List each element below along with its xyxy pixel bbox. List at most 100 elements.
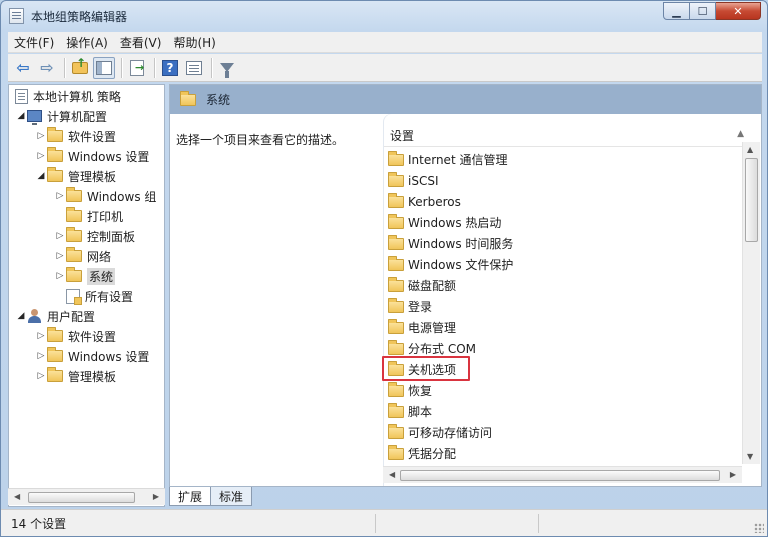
tree-label: 打印机 <box>87 209 124 224</box>
scroll-right-icon[interactable]: ▶ <box>153 492 159 501</box>
tree-horizontal-scrollbar[interactable]: ◀ ▶ <box>8 488 165 505</box>
list-item[interactable]: 电源管理 <box>386 317 456 338</box>
scroll-left-icon[interactable]: ◀ <box>389 470 395 479</box>
filter-button[interactable] <box>216 57 238 79</box>
settings-vertical-scrollbar[interactable]: ▲ ▼ <box>742 142 760 464</box>
tree-item-computer-config[interactable]: ◢ 计算机配置 <box>15 106 107 126</box>
back-button[interactable]: ⇦ <box>12 57 34 79</box>
list-item[interactable]: 可移动存储访问 <box>386 422 492 443</box>
scroll-up-icon[interactable]: ▲ <box>747 145 753 154</box>
tree-item-printers[interactable]: 打印机 <box>66 206 123 226</box>
scroll-thumb[interactable] <box>28 492 135 503</box>
show-hide-tree-button[interactable] <box>93 56 115 79</box>
up-folder-icon <box>72 56 88 74</box>
list-item[interactable]: 脚本 <box>386 401 432 422</box>
tree-item-system[interactable]: ▷ 系统 <box>54 266 116 286</box>
tree-item-cc-software[interactable]: ▷ 软件设置 <box>35 126 116 146</box>
folder-icon <box>47 167 63 182</box>
folder-icon <box>388 234 404 250</box>
list-item[interactable]: Windows 时间服务 <box>386 233 513 254</box>
tree-item-uc-admin-templates[interactable]: ▷ 管理模板 <box>35 366 116 386</box>
help-button[interactable]: ? <box>159 57 181 79</box>
folder-icon <box>388 339 404 355</box>
collapse-arrow-icon[interactable]: ◢ <box>15 111 27 121</box>
tree-item-windows-components[interactable]: ▷ Windows 组 <box>54 186 156 206</box>
highlight-annotation-box <box>382 356 470 381</box>
tree-item-control-panel[interactable]: ▷ 控制面板 <box>54 226 135 246</box>
tree-item-network[interactable]: ▷ 网络 <box>54 246 111 266</box>
expand-arrow-icon[interactable]: ▷ <box>54 231 66 241</box>
tree-item-all-settings[interactable]: 所有设置 <box>66 286 133 306</box>
properties-button[interactable] <box>183 57 205 79</box>
tree-item-cc-windows[interactable]: ▷ Windows 设置 <box>35 146 149 166</box>
settings-list[interactable]: 设置 ▲ Internet 通信管理 iSCSI Kerberos Window… <box>384 114 761 486</box>
menu-bar: 文件(F) 操作(A) 查看(V) 帮助(H) <box>8 32 762 53</box>
menu-action[interactable]: 操作(A) <box>60 34 114 51</box>
tree-item-uc-windows[interactable]: ▷ Windows 设置 <box>35 346 149 366</box>
up-one-level-button[interactable] <box>69 56 91 79</box>
export-list-button[interactable] <box>126 57 148 79</box>
view-tabs: 扩展 标准 <box>169 487 253 507</box>
column-header-setting[interactable]: 设置 ▲ <box>384 125 744 147</box>
expand-arrow-icon[interactable]: ▷ <box>54 191 66 201</box>
scroll-thumb[interactable] <box>745 158 758 242</box>
folder-icon <box>66 207 82 222</box>
expand-arrow-icon[interactable]: ▷ <box>35 371 47 381</box>
folder-icon <box>388 297 404 313</box>
tree-label: 管理模板 <box>68 369 117 384</box>
expand-arrow-icon[interactable]: ▷ <box>35 331 47 341</box>
expand-arrow-icon[interactable]: ▷ <box>54 271 66 281</box>
tab-extended[interactable]: 扩展 <box>169 487 212 506</box>
list-item[interactable]: Windows 文件保护 <box>386 254 513 275</box>
tree-label: 所有设置 <box>85 289 134 304</box>
forward-icon: ⇨ <box>40 58 54 77</box>
app-icon[interactable] <box>9 8 24 24</box>
menu-help[interactable]: 帮助(H) <box>167 34 221 51</box>
scroll-down-icon[interactable]: ▼ <box>747 452 753 461</box>
folder-icon <box>388 318 404 334</box>
policy-doc-icon <box>15 88 28 104</box>
minimize-button[interactable]: ▁ <box>663 2 690 20</box>
expand-arrow-icon[interactable]: ▷ <box>35 151 47 161</box>
list-item[interactable]: 磁盘配额 <box>386 275 456 296</box>
tree-item-cc-admin-templates[interactable]: ◢ 管理模板 <box>35 166 116 186</box>
title-bar[interactable]: 本地组策略编辑器 ▁ ☐ ✕ <box>1 1 767 31</box>
list-item[interactable]: Windows 热启动 <box>386 212 501 233</box>
expand-arrow-icon[interactable]: ▷ <box>35 351 47 361</box>
scroll-thumb[interactable] <box>400 470 720 481</box>
tree-item-user-config[interactable]: ◢ 用户配置 <box>15 306 95 326</box>
menu-file[interactable]: 文件(F) <box>8 34 60 51</box>
tree-item-local-policy[interactable]: 本地计算机 策略 <box>15 86 121 106</box>
settings-horizontal-scrollbar[interactable]: ◀ ▶ <box>383 466 742 483</box>
expand-arrow-icon[interactable]: ▷ <box>54 251 66 261</box>
folder-icon <box>47 127 63 142</box>
list-item[interactable]: 凭据分配 <box>386 443 456 464</box>
list-item[interactable]: 恢复 <box>386 380 432 401</box>
tree-label: 控制面板 <box>87 229 136 244</box>
tree-pane[interactable]: 本地计算机 策略 ◢ 计算机配置 ▷ 软件设置 ▷ Windows 设置 ◢ 管… <box>8 84 165 507</box>
list-item[interactable]: 登录 <box>386 296 432 317</box>
tab-standard[interactable]: 标准 <box>210 487 253 506</box>
expand-arrow-icon[interactable]: ▷ <box>35 131 47 141</box>
folder-icon <box>388 150 404 166</box>
forward-button[interactable]: ⇨ <box>36 57 58 79</box>
properties-icon <box>186 60 202 75</box>
scroll-left-icon[interactable]: ◀ <box>14 492 20 501</box>
window-title: 本地组策略编辑器 <box>31 10 128 24</box>
list-item[interactable]: iSCSI <box>386 170 439 191</box>
tree-item-uc-software[interactable]: ▷ 软件设置 <box>35 326 116 346</box>
scroll-right-icon[interactable]: ▶ <box>730 470 736 479</box>
close-button[interactable]: ✕ <box>716 2 761 20</box>
resize-grip-icon[interactable] <box>754 523 764 533</box>
collapse-arrow-icon[interactable]: ◢ <box>35 171 47 181</box>
folder-icon <box>47 327 63 342</box>
maximize-button[interactable]: ☐ <box>690 2 716 20</box>
folder-icon <box>66 247 82 262</box>
tree-label: 本地计算机 策略 <box>33 89 121 104</box>
list-item[interactable]: Internet 通信管理 <box>386 149 507 170</box>
show-hide-tree-icon <box>96 60 112 75</box>
menu-view[interactable]: 查看(V) <box>114 34 168 51</box>
list-item[interactable]: Kerberos <box>386 191 461 212</box>
folder-icon <box>388 402 404 418</box>
collapse-arrow-icon[interactable]: ◢ <box>15 311 27 321</box>
